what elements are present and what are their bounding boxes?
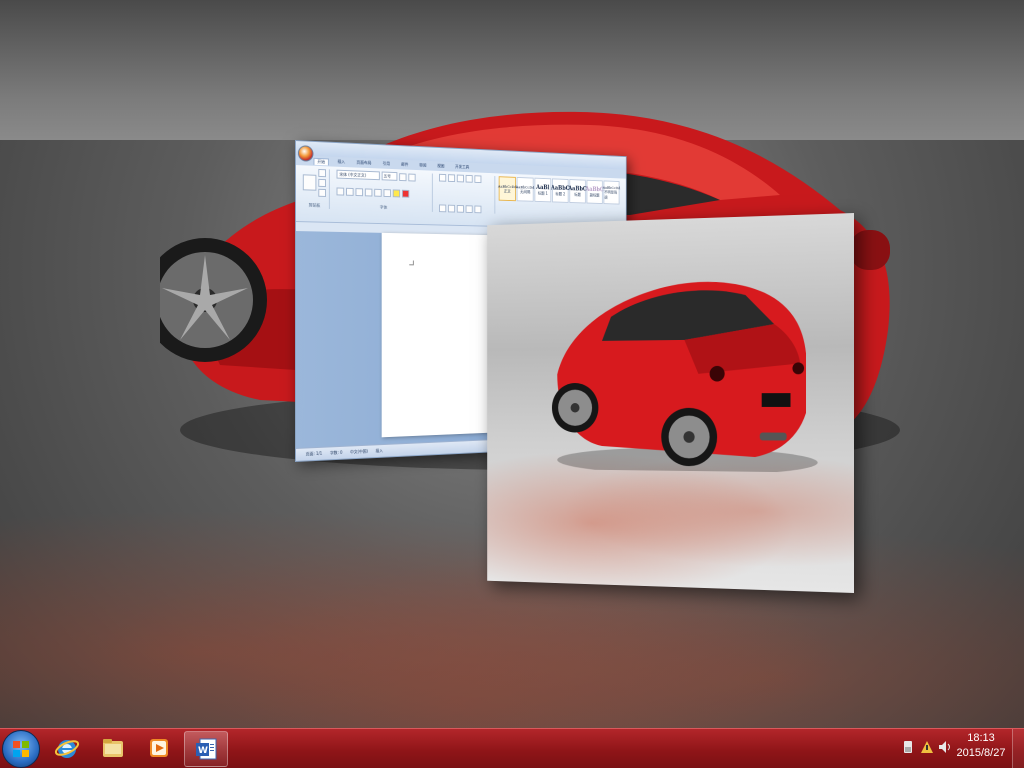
multilevel-list-icon[interactable] xyxy=(456,174,464,183)
underline-icon[interactable] xyxy=(355,187,364,196)
font-group: 宋体 (中文正文) 五号 字体 xyxy=(333,169,433,212)
status-word-count[interactable]: 字数: 0 xyxy=(330,450,343,457)
photo-window[interactable] xyxy=(487,213,854,593)
tab-view[interactable]: 视图 xyxy=(435,163,448,169)
tray-action-center-icon[interactable] xyxy=(920,740,934,754)
tab-mailings[interactable]: 邮件 xyxy=(398,162,411,168)
bold-icon[interactable] xyxy=(336,186,345,196)
bullets-icon[interactable] xyxy=(439,173,447,182)
svg-text:W: W xyxy=(198,746,208,756)
tray-volume-icon[interactable] xyxy=(938,740,952,754)
status-page[interactable]: 页面: 1/1 xyxy=(306,451,322,458)
style-tile[interactable]: AaBbCcDd 无间隔 xyxy=(516,176,534,202)
shrink-font-icon[interactable] xyxy=(408,173,416,182)
clock-time: 18:13 xyxy=(967,732,995,744)
paste-icon[interactable] xyxy=(302,174,317,191)
strikethrough-icon[interactable] xyxy=(364,187,373,197)
tab-home[interactable]: 开始 xyxy=(313,157,329,165)
folder-icon xyxy=(103,739,123,757)
styles-gallery: AaBbCcDd 正文 AaBbCcDd 无间隔 AaBl 标题 1 AaBbC… xyxy=(498,176,620,205)
status-insert-mode[interactable]: 插入 xyxy=(375,448,382,454)
clipboard-group-label: 剪贴板 xyxy=(308,202,321,208)
windows-logo-icon xyxy=(13,741,29,757)
style-tile[interactable]: AaBbCcDd 正文 xyxy=(498,176,517,202)
clock-date: 2015/8/27 xyxy=(956,747,1006,759)
justify-icon[interactable] xyxy=(465,205,473,214)
shading-icon[interactable] xyxy=(474,205,482,214)
style-tile[interactable]: AaBbCcDd 不明显强调 xyxy=(603,180,620,205)
photo-car-image xyxy=(551,279,818,473)
increase-indent-icon[interactable] xyxy=(474,175,482,184)
tab-page-layout[interactable]: 页面布局 xyxy=(354,160,375,167)
style-tile[interactable]: AaBbC 标题 xyxy=(568,179,587,204)
align-left-icon[interactable] xyxy=(439,204,447,213)
paragraph-group xyxy=(436,173,496,214)
status-language[interactable]: 中文(中国) xyxy=(350,449,368,456)
style-tile[interactable]: AaBl 标题 1 xyxy=(534,177,552,203)
show-desktop-button[interactable] xyxy=(1012,729,1024,768)
font-name-box[interactable]: 宋体 (中文正文) xyxy=(336,169,380,181)
taskbar-word-button[interactable]: W xyxy=(184,731,228,767)
font-group-label: 字体 xyxy=(379,204,388,210)
highlight-icon[interactable] xyxy=(392,188,401,197)
subscript-icon[interactable] xyxy=(374,188,382,197)
style-tile[interactable]: AaBbC 副标题 xyxy=(585,179,604,204)
font-color-icon[interactable] xyxy=(401,189,410,198)
taskbar-clock[interactable]: 18:13 2015/8/27 xyxy=(955,731,1007,765)
word-icon: W xyxy=(196,738,217,760)
tab-references[interactable]: 引用 xyxy=(380,161,393,167)
office-button-icon[interactable] xyxy=(297,145,314,162)
tab-developer[interactable]: 开发工具 xyxy=(452,164,471,171)
superscript-icon[interactable] xyxy=(383,188,391,197)
taskbar-media-player-button[interactable] xyxy=(138,731,180,765)
cut-icon[interactable] xyxy=(318,168,327,178)
numbering-icon[interactable] xyxy=(447,174,456,183)
tray-power-icon[interactable] xyxy=(901,740,915,754)
font-size-box[interactable]: 五号 xyxy=(381,171,398,181)
italic-icon[interactable] xyxy=(346,187,354,196)
grow-font-icon[interactable] xyxy=(399,172,407,181)
style-tile[interactable]: AaBbC 标题 2 xyxy=(551,178,570,203)
taskbar-internet-explorer-button[interactable] xyxy=(46,731,88,765)
taskbar-explorer-button[interactable] xyxy=(92,731,134,765)
align-right-icon[interactable] xyxy=(456,204,464,213)
start-button[interactable] xyxy=(2,730,40,768)
tab-review[interactable]: 审阅 xyxy=(417,162,430,168)
desktop[interactable]: 开始 插入 页面布局 引用 邮件 审阅 视图 开发工具 剪贴板 宋体 (中文正文… xyxy=(0,0,1024,768)
align-center-icon[interactable] xyxy=(447,204,456,213)
margin-corner-mark xyxy=(409,260,414,266)
media-player-icon xyxy=(150,739,168,757)
copy-icon[interactable] xyxy=(318,178,327,188)
internet-explorer-icon xyxy=(54,740,80,758)
decrease-indent-icon[interactable] xyxy=(465,174,473,183)
format-painter-icon[interactable] xyxy=(318,188,327,197)
clipboard-group: 剪贴板 xyxy=(299,168,330,209)
tab-insert[interactable]: 插入 xyxy=(335,159,348,165)
